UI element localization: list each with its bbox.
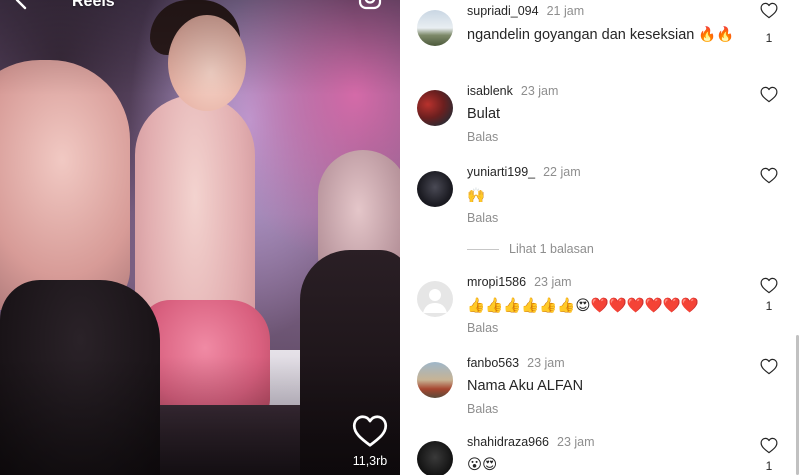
user-avatar[interactable] xyxy=(417,362,453,398)
comments-panel[interactable]: supriadi_094 21 jam ngandelin goyangan da… xyxy=(400,0,800,475)
comment-meta: shahidraza966 23 jam xyxy=(467,435,595,449)
user-silhouette-icon xyxy=(423,289,447,313)
comment-time: 23 jam xyxy=(527,356,565,370)
comment-like-icon[interactable] xyxy=(760,277,778,294)
comment-username[interactable]: fanbo563 xyxy=(467,356,519,370)
comment-time: 23 jam xyxy=(520,84,559,98)
comment-username[interactable]: mropi1586 xyxy=(467,275,526,289)
view-replies-label: Lihat 1 balasan xyxy=(509,242,594,256)
reply-button[interactable]: Balas xyxy=(467,402,498,416)
comment-meta: isablenk 23 jam xyxy=(467,84,558,98)
comment-meta: mropi1586 23 jam xyxy=(467,275,572,289)
comment-text: Nama Aku ALFAN xyxy=(467,378,584,394)
comment-time: 22 jam xyxy=(543,165,581,179)
comment-like-count: 1 xyxy=(765,459,773,473)
reply-button[interactable]: Balas xyxy=(467,211,498,225)
comment-username[interactable]: yuniarti199_ xyxy=(467,165,535,179)
user-avatar[interactable] xyxy=(417,441,453,475)
comment-time: 23 jam xyxy=(534,275,572,289)
like-count: 11,3rb xyxy=(352,454,388,468)
comment-meta: supriadi_094 21 jam xyxy=(467,4,584,18)
like-heart-icon[interactable] xyxy=(352,414,388,448)
comment-meta: fanbo563 23 jam xyxy=(467,356,565,370)
comment-username[interactable]: isablenk xyxy=(467,84,513,98)
comment-like-icon[interactable] xyxy=(760,167,778,184)
view-replies-button[interactable]: Lihat 1 balasan xyxy=(467,242,594,256)
reply-button[interactable]: Balas xyxy=(467,321,498,335)
comment-time: 23 jam xyxy=(557,435,595,449)
comment-username[interactable]: supriadi_094 xyxy=(467,4,539,18)
comment-like-icon[interactable] xyxy=(760,358,778,375)
comment-like-icon[interactable] xyxy=(760,437,778,454)
comment-text: 👍👍👍👍👍👍😍❤️❤️❤️❤️❤️❤️ xyxy=(467,298,699,314)
comment-text: 😮😍 xyxy=(467,457,498,473)
comment-text: Bulat xyxy=(467,106,501,122)
user-avatar[interactable] xyxy=(417,171,453,207)
comment-username[interactable]: shahidraza966 xyxy=(467,435,549,449)
comment-text: 🙌 xyxy=(467,188,486,204)
comment-meta: yuniarti199_ 22 jam xyxy=(467,165,581,179)
back-arrow-icon[interactable] xyxy=(10,0,34,12)
divider-line xyxy=(467,248,499,250)
default-avatar[interactable] xyxy=(417,281,453,317)
comment-like-icon[interactable] xyxy=(760,2,778,19)
comment-like-count: 1 xyxy=(765,31,773,45)
user-avatar[interactable] xyxy=(417,90,453,126)
comment-like-icon[interactable] xyxy=(760,86,778,103)
user-avatar[interactable] xyxy=(417,10,453,46)
camera-icon[interactable] xyxy=(358,0,382,10)
reel-video[interactable]: Reels 11,3rb xyxy=(0,0,400,475)
comment-text: ngandelin goyangan dan keseksian 🔥🔥 xyxy=(467,27,735,43)
video-title: Reels xyxy=(72,0,115,10)
comment-time: 21 jam xyxy=(546,4,585,18)
comment-like-count: 1 xyxy=(765,299,773,313)
reply-button[interactable]: Balas xyxy=(467,130,498,144)
video-overlay xyxy=(0,0,400,475)
scrollbar[interactable] xyxy=(796,335,799,475)
